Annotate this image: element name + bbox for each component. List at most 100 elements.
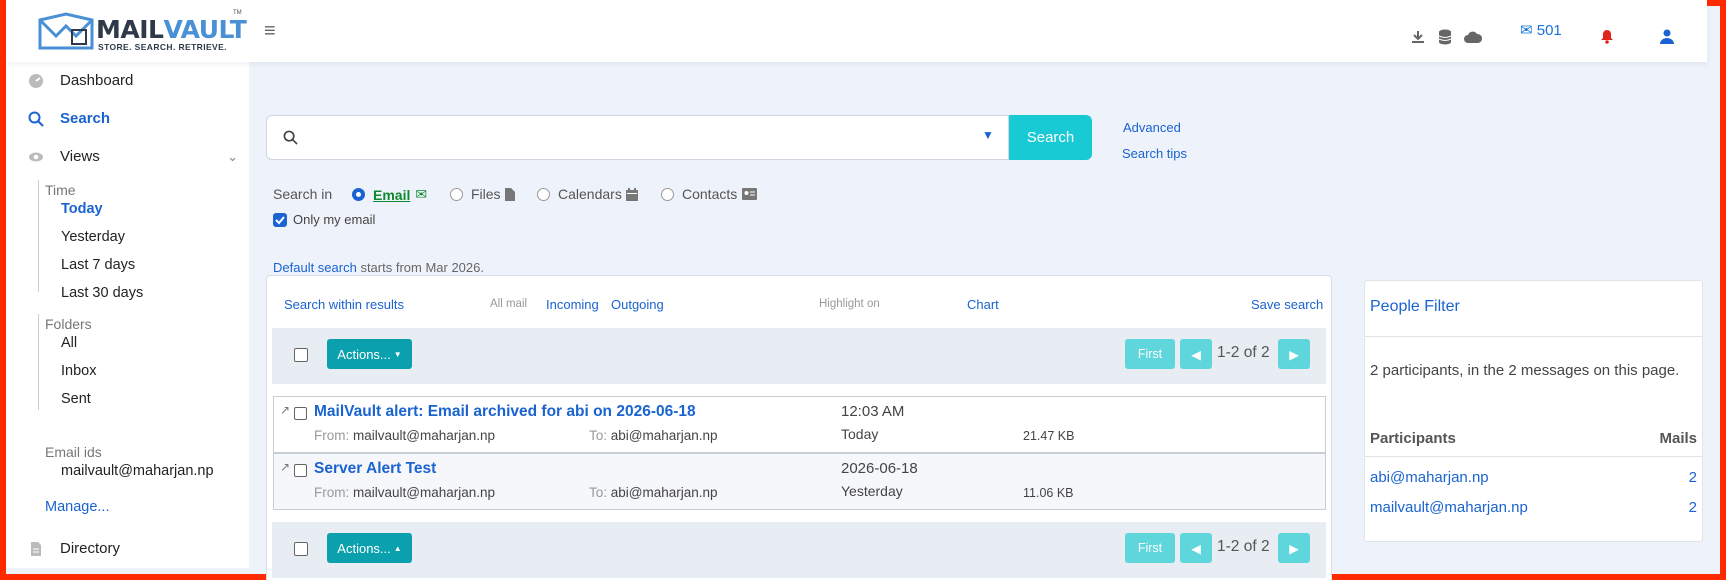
caret-down-icon: ▼ (393, 349, 402, 359)
participant-link[interactable]: mailvault@maharjan.np (1370, 499, 1528, 516)
row-checkbox[interactable] (294, 407, 307, 420)
trademark-mark: TM (233, 10, 242, 16)
checkbox-checked-icon (273, 212, 287, 227)
pagination-range: 1-2 of 2 (1217, 538, 1270, 555)
logo-wordmark: MAILVAULT (96, 15, 247, 44)
participant-mail-count[interactable]: 2 (1689, 469, 1697, 486)
mail-count-button[interactable]: ✉ 501 (1520, 21, 1562, 39)
sidebar-item-last-30-days[interactable]: Last 30 days (61, 285, 143, 301)
top-bar: MAILVAULT TM STORE. SEARCH. RETRIEVE. ≡ … (6, 0, 1707, 62)
message-to: abi@maharjan.np (610, 428, 718, 443)
notification-bell-icon[interactable] (1600, 29, 1614, 44)
group-label-email-ids: Email ids (45, 444, 102, 460)
advanced-search-link[interactable]: Advanced (1123, 120, 1181, 135)
sidebar-item-yesterday[interactable]: Yesterday (61, 229, 125, 245)
sidebar-item-today[interactable]: Today (61, 201, 103, 217)
group-label-folders: Folders (45, 316, 92, 332)
group-label-time: Time (45, 182, 76, 198)
sidebar-item-dashboard[interactable]: Dashboard (28, 72, 133, 89)
divider (1365, 456, 1702, 457)
from-label: From: (314, 428, 350, 443)
calendar-icon (625, 187, 638, 201)
first-page-button[interactable]: First (1125, 339, 1175, 369)
divider (1365, 336, 1702, 337)
default-search-note: Default search starts from Mar 2026. (273, 260, 484, 275)
to-label: To: (589, 428, 608, 443)
search-within-results-link[interactable]: Search within results (284, 297, 404, 312)
open-external-arrow-icon[interactable]: ↗ (280, 403, 290, 417)
filter-incoming-link[interactable]: Incoming (546, 297, 599, 312)
open-external-arrow-icon[interactable]: ↗ (280, 460, 290, 474)
highlight-toggle[interactable]: Highlight on (819, 298, 880, 310)
default-search-text: starts from Mar 2026. (356, 260, 484, 275)
database-icon[interactable] (1438, 29, 1452, 45)
participant-mail-count[interactable]: 2 (1689, 499, 1697, 516)
checkbox-label: Only my email (293, 212, 376, 227)
manage-link[interactable]: Manage... (45, 499, 110, 515)
cloud-icon[interactable] (1464, 31, 1482, 43)
search-tips-link[interactable]: Search tips (1122, 146, 1187, 161)
radio-calendars[interactable]: Calendars (537, 186, 638, 202)
filter-outgoing-link[interactable]: Outgoing (611, 297, 664, 312)
sidebar-item-email-id[interactable]: mailvault@maharjan.np (61, 463, 214, 479)
actions-dropdown-button[interactable]: Actions... ▼ (327, 339, 412, 369)
table-row[interactable]: ↗ MailVault alert: Email archived for ab… (273, 396, 1326, 453)
radio-button (661, 187, 674, 201)
directory-document-icon (31, 541, 41, 556)
message-subject-link[interactable]: MailVault alert: Email archived for abi … (314, 403, 696, 421)
prev-page-button[interactable]: ◀ (1180, 339, 1212, 369)
message-to: abi@maharjan.np (610, 485, 718, 500)
sidebar-item-views[interactable]: Views ⌄ (28, 148, 238, 165)
sidebar-item-search[interactable]: Search (28, 110, 110, 127)
mail-count: 501 (1536, 22, 1562, 39)
select-all-checkbox[interactable] (294, 348, 308, 362)
message-time: 12:03 AM (841, 403, 905, 420)
sidebar-item-directory[interactable]: Directory (28, 540, 120, 557)
radio-button (352, 188, 365, 201)
radio-email[interactable]: Email ✉ (352, 186, 427, 203)
next-page-button[interactable]: ▶ (1278, 339, 1310, 369)
save-search-link[interactable]: Save search (1251, 297, 1323, 312)
select-all-checkbox[interactable] (294, 542, 308, 556)
message-from: mailvault@maharjan.np (353, 428, 496, 443)
sidebar-item-last-7-days[interactable]: Last 7 days (61, 257, 135, 273)
people-summary: 2 participants, in the 2 messages on thi… (1370, 362, 1680, 379)
hamburger-menu-icon[interactable]: ≡ (264, 20, 276, 43)
pagination-range: 1-2 of 2 (1217, 344, 1270, 361)
eye-icon (29, 152, 43, 161)
sidebar-item-folder-sent[interactable]: Sent (61, 391, 91, 407)
message-subject-link[interactable]: Server Alert Test (314, 460, 436, 478)
tree-line (38, 180, 39, 292)
download-icon[interactable] (1411, 30, 1425, 44)
search-dropdown-caret-icon[interactable]: ▼ (982, 128, 994, 142)
radio-files[interactable]: Files (450, 186, 515, 202)
radio-contacts[interactable]: Contacts (661, 186, 758, 202)
first-page-button[interactable]: First (1125, 533, 1175, 563)
message-time: 2026-06-18 (841, 460, 918, 477)
sidebar-item-folder-all[interactable]: All (61, 335, 77, 351)
search-bar: ▼ (266, 115, 1009, 160)
search-input[interactable] (307, 124, 937, 152)
default-search-link[interactable]: Default search (273, 260, 357, 275)
sidebar-item-folder-inbox[interactable]: Inbox (61, 363, 96, 379)
sidebar-label: Views (60, 148, 100, 165)
mailvault-logo[interactable]: MAILVAULT TM STORE. SEARCH. RETRIEVE. (36, 10, 247, 54)
message-day: Today (841, 426, 879, 442)
only-my-email-checkbox[interactable]: Only my email (273, 212, 375, 227)
chart-link[interactable]: Chart (967, 297, 999, 312)
table-row[interactable]: ↗ Server Alert Test From: mailvault@maha… (273, 453, 1326, 510)
people-filter-panel: People Filter 2 participants, in the 2 m… (1364, 280, 1703, 542)
envelope-icon: ✉ (1520, 22, 1533, 39)
next-page-button[interactable]: ▶ (1278, 533, 1310, 563)
search-button[interactable]: Search (1009, 115, 1092, 160)
row-checkbox[interactable] (294, 464, 307, 477)
prev-page-button[interactable]: ◀ (1180, 533, 1212, 563)
sidebar-label: Search (60, 110, 111, 127)
filter-all-mail[interactable]: All mail (490, 298, 527, 310)
user-profile-icon[interactable] (1660, 29, 1674, 44)
radio-label: Email (373, 186, 411, 203)
participant-link[interactable]: abi@maharjan.np (1370, 469, 1489, 486)
vault-logo-icon (38, 12, 94, 50)
search-icon (283, 130, 298, 145)
actions-dropup-button[interactable]: Actions... ▲ (327, 533, 412, 563)
